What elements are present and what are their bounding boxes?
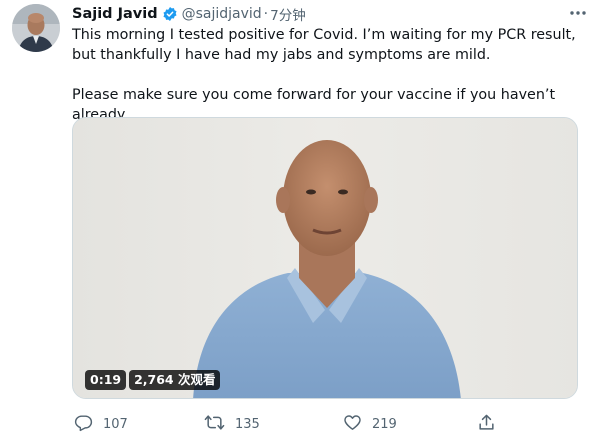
retweet-button[interactable]: 135	[204, 412, 260, 436]
video-badges: 0:19 2,764 次观看	[85, 370, 221, 390]
tweet-actions: 107 135 219	[72, 412, 592, 436]
tweet-paragraph-1: This morning I tested positive for Covid…	[72, 27, 576, 63]
reply-icon	[74, 413, 93, 436]
separator-dot: ·	[263, 6, 269, 22]
more-options-icon[interactable]	[567, 5, 589, 21]
tweet-text: This morning I tested positive for Covid…	[72, 25, 592, 125]
author-handle[interactable]: @sajidjavid	[182, 6, 262, 22]
tweet-header: Sajid Javid @sajidjavid · 7分钟	[72, 4, 592, 24]
retweet-icon	[204, 413, 225, 436]
share-icon	[477, 413, 496, 436]
video-frame	[73, 118, 577, 398]
video-player[interactable]	[72, 117, 578, 399]
timestamp[interactable]: 7分钟	[270, 4, 306, 24]
like-icon	[343, 413, 362, 436]
author-name[interactable]: Sajid Javid	[72, 6, 158, 22]
retweet-count: 135	[235, 416, 260, 432]
like-count: 219	[372, 416, 397, 432]
avatar-photo	[12, 4, 60, 52]
like-button[interactable]: 219	[343, 412, 397, 436]
avatar[interactable]	[12, 4, 60, 52]
reply-button[interactable]: 107	[74, 412, 128, 436]
verified-badge-icon	[162, 6, 178, 22]
video-view-count: 2,764 次观看	[129, 370, 221, 390]
reply-count: 107	[103, 416, 128, 432]
video-duration: 0:19	[85, 370, 127, 390]
share-button[interactable]	[477, 412, 496, 436]
